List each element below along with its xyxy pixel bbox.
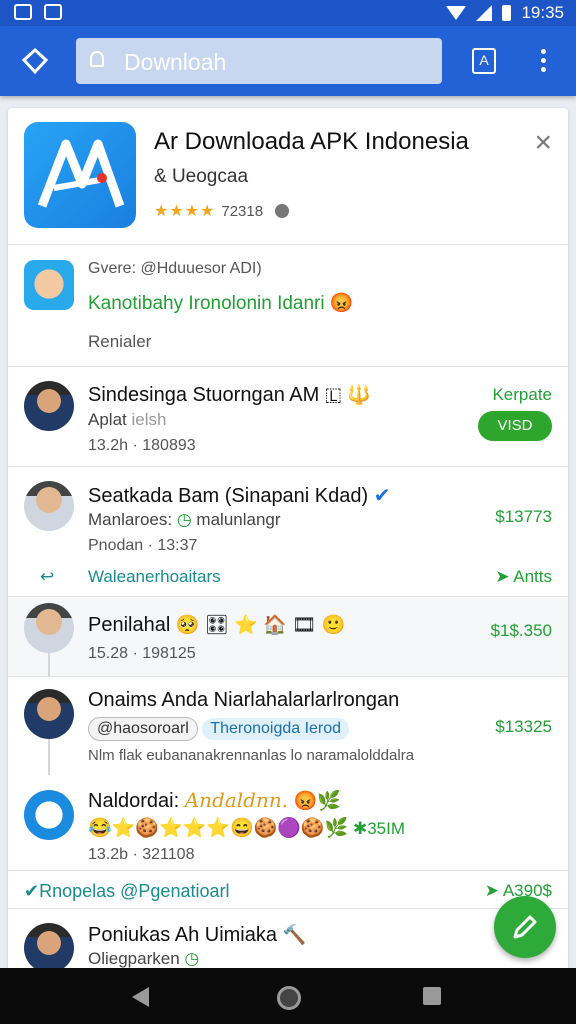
item-subtitle: Oliegparken ◷ — [88, 949, 200, 968]
visit-button[interactable]: VISD — [478, 411, 552, 441]
avatar — [24, 603, 74, 653]
list-item[interactable]: Seatkada Bam (Sinapani Kdad) ✔ Manlaroes… — [8, 466, 568, 597]
image-notification-icon — [14, 4, 32, 20]
home-button-icon[interactable] — [277, 986, 301, 1010]
item-title: Seatkada Bam (Sinapani Kdad) ✔ — [88, 485, 391, 507]
footer-label[interactable]: ✔Rnopelas @Pgenatioarl — [24, 881, 229, 902]
item-price: $13325 — [495, 717, 552, 736]
rating-count: 72318 — [221, 202, 264, 220]
item-meta: Pnodan · 13:37 — [88, 537, 198, 554]
item-price: $1$.350 — [490, 621, 552, 640]
home-icon[interactable] — [22, 48, 48, 74]
angry-face-icon: 😡 — [329, 293, 354, 314]
item-meta: 13.2h · 180893 — [88, 437, 196, 454]
bell-icon — [90, 51, 104, 67]
reply-action[interactable]: ➤ Antts — [495, 567, 552, 587]
intro-footer: Renialer — [88, 332, 152, 351]
list-item[interactable]: Sindesinga Stuorngan AM 🇱 🔱 Aplat ielsh … — [8, 366, 568, 467]
app-header: Ar Downloada APK Indonesia & Ueogcaa ★★★… — [8, 108, 568, 245]
app-logo[interactable] — [24, 122, 136, 228]
globe-icon — [275, 204, 290, 218]
intro-highlight: Kanotibahy Ironolonin Idanri 😡 — [88, 293, 354, 314]
close-button[interactable]: × — [534, 128, 552, 158]
item-emoji-line: 😂⭐🍪⭐⭐⭐😄🍪🟣🍪🌿 ✱35IM — [88, 818, 406, 839]
app-title: Ar Downloada APK Indonesia — [154, 128, 469, 155]
overflow-menu-icon[interactable] — [534, 46, 552, 76]
item-subtitle: Aplat ielsh — [88, 410, 167, 429]
thread-line — [48, 653, 50, 677]
pencil-icon — [513, 915, 537, 939]
list-item[interactable]: Penilahal 🥺 🎛 ⭐ 🏠 🎞 🙂 15.28 · 198125 $1$… — [8, 596, 568, 677]
battery-icon — [502, 5, 512, 21]
tag-chip[interactable]: @haosoroarl — [88, 717, 198, 741]
avatar — [24, 481, 74, 531]
avatar — [24, 381, 74, 431]
status-bar: 19:35 — [0, 0, 576, 26]
list-item[interactable]: Onaims Anda Niarlahalarlarlrongan @haoso… — [8, 676, 568, 775]
app-developer[interactable]: & Ueogcaa — [154, 166, 248, 188]
avatar — [24, 689, 74, 739]
reply-icon[interactable]: ↩ — [40, 567, 54, 587]
avatar — [24, 923, 74, 973]
item-title: Penilahal 🥺 🎛 ⭐ 🏠 🎞 🙂 — [88, 614, 346, 636]
app-bar: A — [0, 26, 576, 96]
rating-stars: ★★★★ — [154, 203, 216, 220]
item-chips: @haosoroarl Theronoigda Ierod — [88, 717, 350, 741]
content-card: Ar Downloada APK Indonesia & Ueogcaa ★★★… — [8, 108, 568, 978]
download-notification-icon — [44, 4, 62, 20]
back-icon[interactable] — [132, 987, 149, 1007]
clock-icon: ◷ — [184, 949, 200, 968]
download-icon[interactable]: A — [472, 48, 496, 74]
item-description: Nlm flak eubananakrennanlas lo naramalol… — [88, 747, 415, 764]
search-box[interactable] — [76, 38, 442, 84]
item-meta: 15.28 · 198125 — [88, 645, 196, 662]
item-price: $13773 — [495, 507, 552, 526]
section-footer[interactable]: ✔Rnopelas @Pgenatioarl ➤ A390$ — [8, 870, 568, 909]
signal-icon — [476, 5, 493, 21]
reply-label[interactable]: Waleanerhoaitars — [88, 567, 221, 587]
item-title: Naldordai: Andaldnn. 😡🌿 — [88, 788, 341, 812]
item-action-label: Kerpate — [492, 385, 552, 404]
thread-line — [48, 739, 50, 775]
recent-apps-icon[interactable] — [423, 987, 441, 1005]
status-time: 19:35 — [521, 3, 564, 22]
wifi-icon — [446, 6, 467, 20]
item-title: Sindesinga Stuorngan AM 🇱 🔱 — [88, 384, 371, 406]
clock-icon: ◷ — [176, 510, 192, 529]
search-input[interactable] — [122, 45, 426, 79]
app-rating: ★★★★ 72318 — [154, 201, 290, 221]
intro-row[interactable]: Gvere: @Hduuesor ADI) Kanotibahy Ironolo… — [8, 244, 568, 366]
intro-label: Gvere: @Hduuesor ADI) — [88, 260, 262, 277]
tag-chip[interactable]: Theronoigda Ierod — [202, 718, 350, 740]
avatar — [24, 260, 74, 310]
verified-icon: ✔ — [373, 485, 391, 507]
list-item[interactable]: Naldordai: Andaldnn. 😡🌿 😂⭐🍪⭐⭐⭐😄🍪🟣🍪🌿 ✱35I… — [8, 774, 568, 870]
system-nav-bar — [0, 968, 576, 1024]
item-meta: 13.2b · 321108 — [88, 846, 195, 863]
item-subtitle: Manlaroes: ◷ malunlangr — [88, 510, 281, 529]
compose-fab[interactable] — [494, 896, 556, 958]
item-title: Poniukas Ah Uimiaka 🔨 — [88, 924, 307, 946]
avatar — [24, 790, 74, 840]
item-title: Onaims Anda Niarlahalarlarlrongan — [88, 689, 400, 711]
